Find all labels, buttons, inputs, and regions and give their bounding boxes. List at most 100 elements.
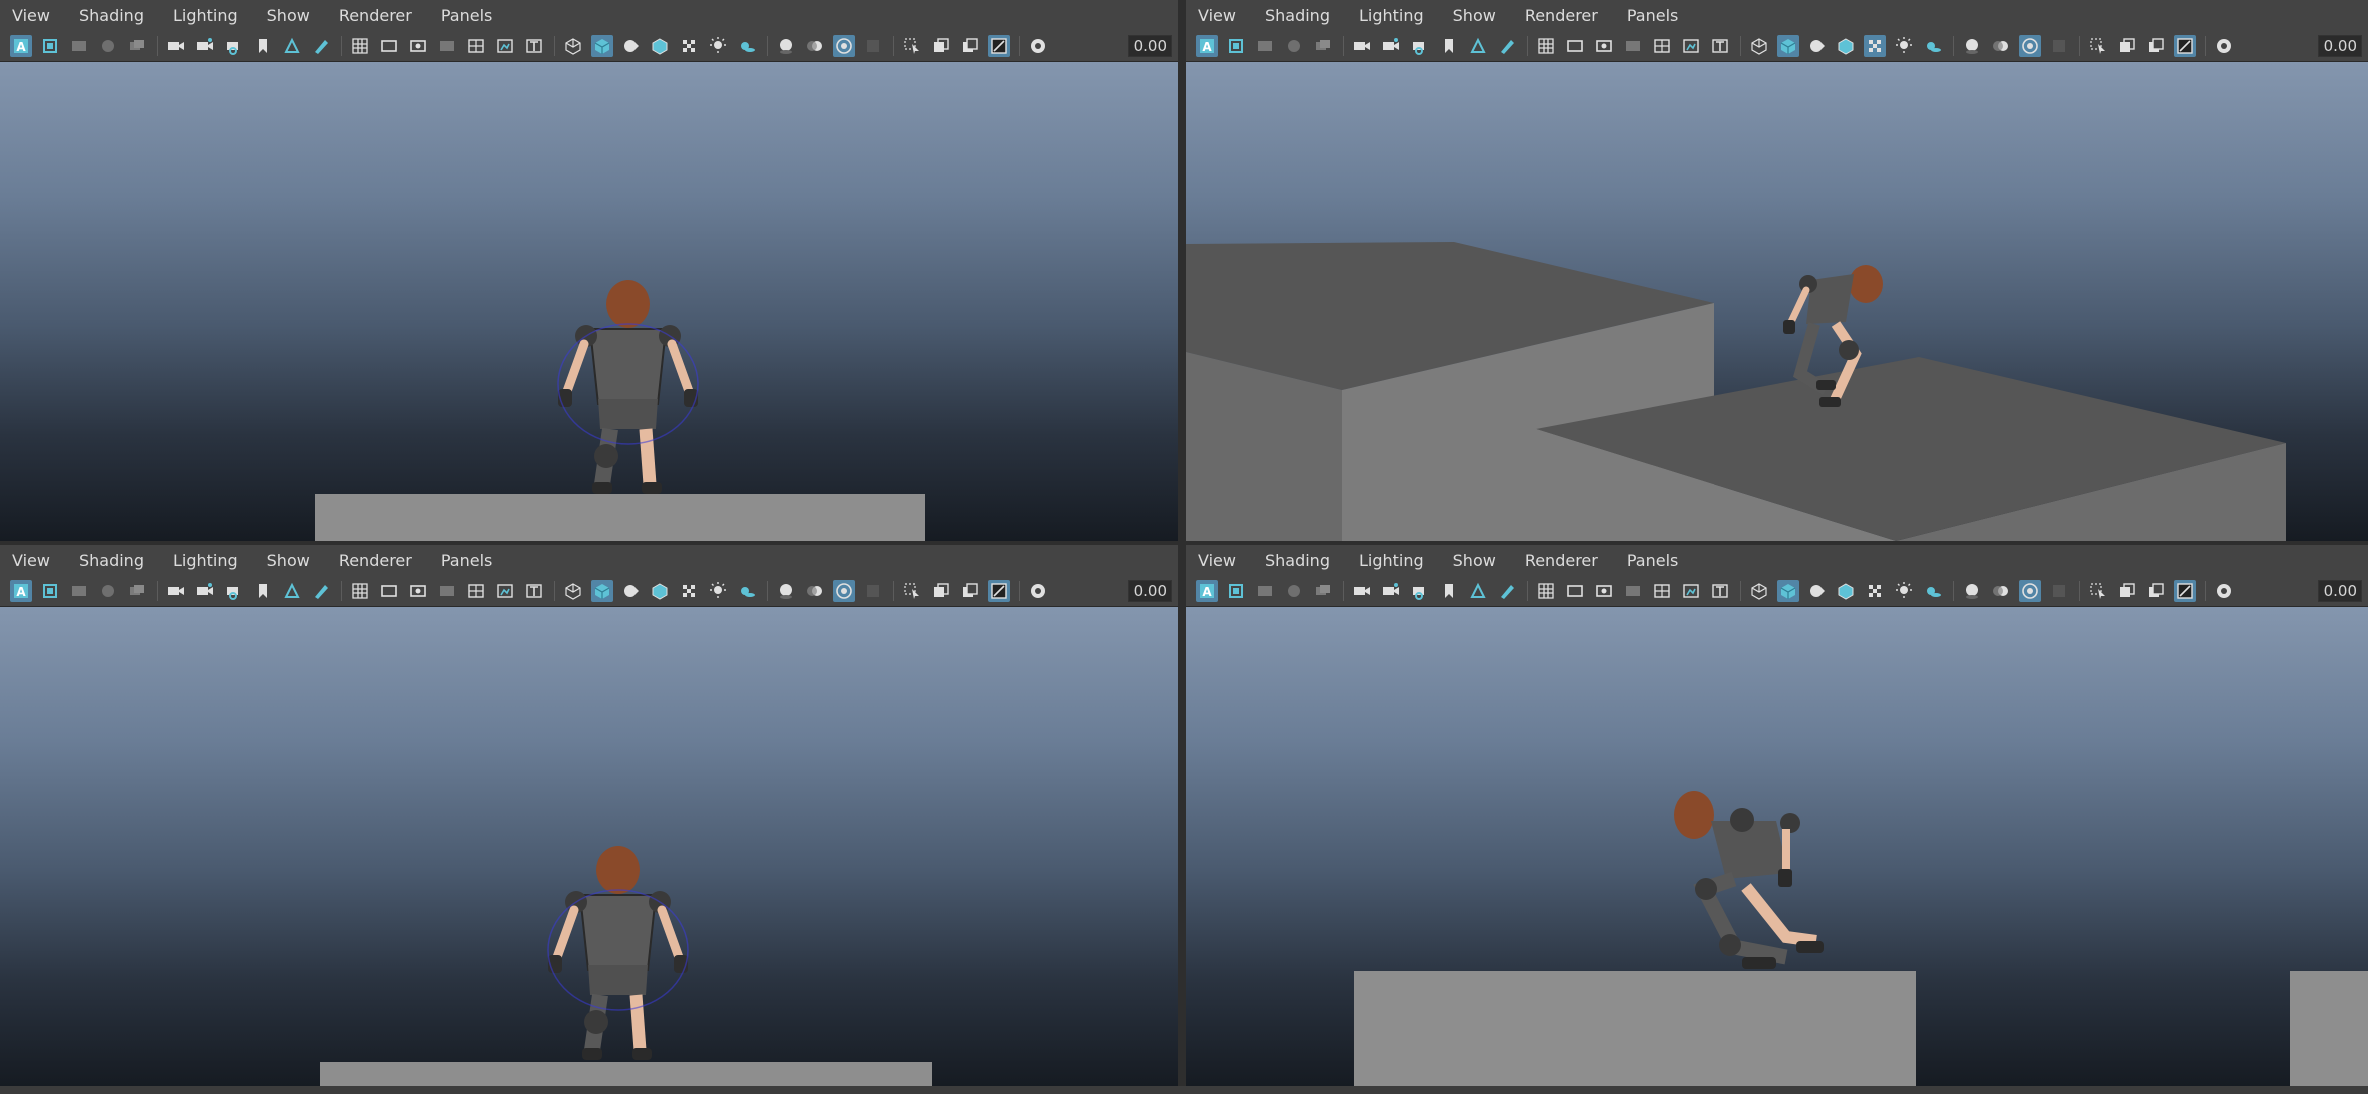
two-d-pan-icon[interactable]	[281, 580, 303, 602]
grease-pencil-icon[interactable]	[310, 580, 332, 602]
shadows-icon[interactable]	[736, 35, 758, 57]
wireframe-on-shaded-icon[interactable]	[649, 35, 671, 57]
xray-active-icon[interactable]	[2174, 579, 2196, 602]
camera-pan-icon[interactable]	[1409, 580, 1431, 602]
safe-title-icon[interactable]	[523, 580, 545, 602]
textured-icon[interactable]	[678, 580, 700, 602]
motion-blur-icon[interactable]	[1990, 580, 2012, 602]
multisample-aa-icon[interactable]	[2019, 579, 2041, 602]
wireframe-on-shaded-icon[interactable]	[1835, 580, 1857, 602]
menu-shading[interactable]: Shading	[79, 551, 144, 570]
select-camera-icon[interactable]: A	[1196, 579, 1218, 602]
smooth-shade-icon[interactable]	[591, 579, 613, 602]
menu-view[interactable]: View	[1198, 551, 1236, 570]
use-lights-icon[interactable]	[1893, 35, 1915, 57]
menu-shading[interactable]: Shading	[1265, 551, 1330, 570]
image-plane-icon[interactable]	[97, 35, 119, 57]
xray-joints-icon[interactable]	[959, 35, 981, 57]
select-camera-icon[interactable]: A	[10, 579, 32, 602]
camera-lock-icon[interactable]	[194, 35, 216, 57]
depth-of-field-icon[interactable]	[862, 35, 884, 57]
xray-icon[interactable]	[930, 35, 952, 57]
field-chart-icon[interactable]	[465, 35, 487, 57]
safe-title-icon[interactable]	[523, 35, 545, 57]
grid-icon[interactable]	[1535, 580, 1557, 602]
menu-renderer[interactable]: Renderer	[339, 551, 412, 570]
menu-panels[interactable]: Panels	[1627, 551, 1679, 570]
gamma-icon[interactable]	[1027, 35, 1049, 57]
grid-icon[interactable]	[349, 580, 371, 602]
menu-lighting[interactable]: Lighting	[1359, 551, 1424, 570]
viewport-bottom-left[interactable]	[0, 607, 1178, 1086]
character-rig[interactable]	[1674, 791, 1824, 969]
bookmark-icon[interactable]	[252, 580, 274, 602]
depth-of-field-icon[interactable]	[862, 580, 884, 602]
grid-2d-icon[interactable]	[126, 35, 148, 57]
multisample-aa-icon[interactable]	[2019, 34, 2041, 57]
resolution-gate-icon[interactable]	[407, 580, 429, 602]
smooth-shade-icon[interactable]	[591, 34, 613, 57]
shadows-icon[interactable]	[1922, 35, 1944, 57]
xray-joints-icon[interactable]	[2145, 580, 2167, 602]
xray-joints-icon[interactable]	[2145, 35, 2167, 57]
camera-attributes-icon[interactable]	[39, 580, 61, 602]
wireframe-on-shaded-icon[interactable]	[649, 580, 671, 602]
wireframe-icon[interactable]	[1748, 580, 1770, 602]
time-field[interactable]: 0.00	[1128, 579, 1172, 602]
shade-selected-icon[interactable]	[620, 35, 642, 57]
bookmarks-icon[interactable]	[68, 580, 90, 602]
grid-2d-icon[interactable]	[1312, 580, 1334, 602]
image-plane-icon[interactable]	[1283, 580, 1305, 602]
grid-2d-icon[interactable]	[126, 580, 148, 602]
bookmarks-icon[interactable]	[68, 35, 90, 57]
multisample-aa-icon[interactable]	[833, 34, 855, 57]
select-camera-icon[interactable]: A	[10, 34, 32, 57]
safe-action-icon[interactable]	[1680, 580, 1702, 602]
grid-icon[interactable]	[1535, 35, 1557, 57]
xray-active-icon[interactable]	[2174, 34, 2196, 57]
multisample-aa-icon[interactable]	[833, 579, 855, 602]
wireframe-icon[interactable]	[562, 580, 584, 602]
film-gate-icon[interactable]	[378, 35, 400, 57]
field-chart-icon[interactable]	[1651, 580, 1673, 602]
camera-attributes-icon[interactable]	[1225, 35, 1247, 57]
motion-blur-icon[interactable]	[804, 580, 826, 602]
motion-blur-icon[interactable]	[1990, 35, 2012, 57]
film-gate-icon[interactable]	[1564, 35, 1586, 57]
grid-icon[interactable]	[349, 35, 371, 57]
isolate-select-icon[interactable]	[901, 580, 923, 602]
character-rig[interactable]	[547, 846, 689, 1060]
textured-icon[interactable]	[1864, 34, 1886, 57]
bookmark-icon[interactable]	[1438, 580, 1460, 602]
camera-icon[interactable]	[1351, 35, 1373, 57]
camera-icon[interactable]	[165, 35, 187, 57]
camera-icon[interactable]	[165, 580, 187, 602]
menu-shading[interactable]: Shading	[1265, 6, 1330, 25]
two-d-pan-icon[interactable]	[1467, 35, 1489, 57]
horizontal-splitter[interactable]	[0, 541, 2368, 545]
menu-lighting[interactable]: Lighting	[173, 6, 238, 25]
textured-icon[interactable]	[1864, 580, 1886, 602]
screen-space-ao-icon[interactable]	[775, 580, 797, 602]
xray-icon[interactable]	[930, 580, 952, 602]
use-lights-icon[interactable]	[707, 580, 729, 602]
safe-title-icon[interactable]	[1709, 35, 1731, 57]
menu-show[interactable]: Show	[267, 6, 310, 25]
grease-pencil-icon[interactable]	[310, 35, 332, 57]
ground-block-far[interactable]	[2290, 971, 2368, 1086]
screen-space-ao-icon[interactable]	[1961, 35, 1983, 57]
screen-space-ao-icon[interactable]	[775, 35, 797, 57]
menu-panels[interactable]: Panels	[441, 6, 493, 25]
xray-icon[interactable]	[2116, 580, 2138, 602]
menu-show[interactable]: Show	[1453, 551, 1496, 570]
camera-pan-icon[interactable]	[223, 35, 245, 57]
viewport-top-right[interactable]	[1186, 62, 2368, 541]
camera-lock-icon[interactable]	[194, 580, 216, 602]
time-field[interactable]: 0.00	[1128, 34, 1172, 57]
use-lights-icon[interactable]	[1893, 580, 1915, 602]
menu-view[interactable]: View	[12, 6, 50, 25]
two-d-pan-icon[interactable]	[281, 35, 303, 57]
camera-icon[interactable]	[1351, 580, 1373, 602]
gamma-icon[interactable]	[1027, 580, 1049, 602]
viewport-top-left[interactable]	[0, 62, 1178, 541]
